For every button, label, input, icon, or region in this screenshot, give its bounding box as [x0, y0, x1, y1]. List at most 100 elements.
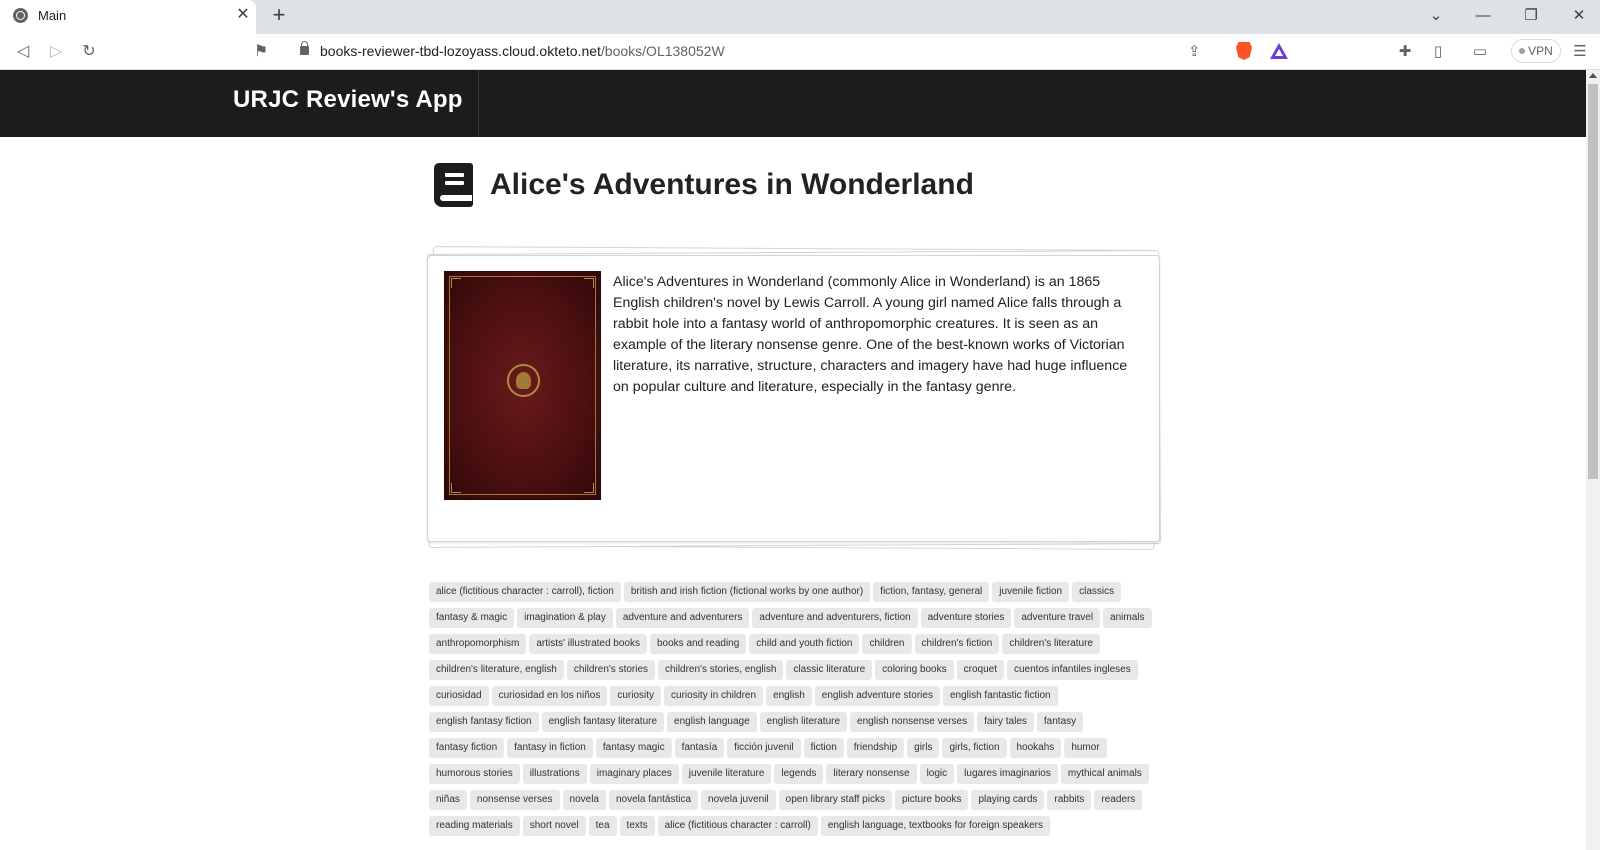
subject-tag[interactable]: english language [667, 712, 757, 732]
subject-tag[interactable]: english literature [759, 712, 848, 732]
tab-search-icon[interactable]: ⌄ [1421, 4, 1451, 28]
subject-tag[interactable]: croquet [956, 660, 1004, 680]
subject-tag[interactable]: adventure stories [920, 608, 1012, 628]
subject-tag[interactable]: fantasy [1036, 712, 1084, 732]
subject-tag[interactable]: humorous stories [429, 764, 520, 784]
subject-tag[interactable]: english language, textbooks for foreign … [820, 816, 1050, 836]
subject-tag[interactable]: classic literature [786, 660, 873, 680]
brave-rewards-icon[interactable] [1270, 43, 1288, 59]
address-bar[interactable]: books-reviewer-tbd-lozoyass.cloud.okteto… [284, 36, 1298, 66]
subject-tag[interactable]: lugares imaginarios [957, 764, 1058, 784]
subject-tag[interactable]: curiosity [610, 686, 662, 706]
subject-tag[interactable]: fiction, fantasy, general [873, 582, 990, 602]
subject-tag[interactable]: logic [919, 764, 955, 784]
subject-tag[interactable]: alice (fictitious character : carroll) [657, 816, 818, 836]
subject-tag[interactable]: child and youth fiction [749, 634, 860, 654]
page-scrollbar[interactable] [1586, 70, 1600, 850]
subject-tag[interactable]: novela fantástica [608, 790, 699, 810]
subject-tag[interactable]: novela juvenil [701, 790, 776, 810]
subject-tag[interactable]: curiosidad en los niños [491, 686, 608, 706]
subject-tag[interactable]: english nonsense verses [850, 712, 975, 732]
subject-tag[interactable]: short novel [522, 816, 586, 836]
subject-tag[interactable]: friendship [846, 738, 905, 758]
subject-tag[interactable]: illustrations [522, 764, 587, 784]
subject-tag[interactable]: children's stories [566, 660, 656, 680]
subject-tag[interactable]: cuentos infantiles ingleses [1006, 660, 1138, 680]
subject-tag[interactable]: adventure and adventurers [615, 608, 750, 628]
subject-tag[interactable]: legends [774, 764, 824, 784]
subject-tag[interactable]: coloring books [875, 660, 954, 680]
subject-tag[interactable]: alice (fictitious character : carroll), … [429, 582, 621, 602]
subject-tag[interactable]: fairy tales [977, 712, 1034, 732]
wallet-icon[interactable]: ▭ [1468, 40, 1492, 64]
subject-tag[interactable]: british and irish fiction (fictional wor… [623, 582, 871, 602]
subject-tag[interactable]: fantasía [674, 738, 725, 758]
bookmark-icon[interactable]: ⚑ [249, 40, 273, 64]
subject-tag[interactable]: children [862, 634, 912, 654]
subject-tag[interactable]: english [766, 686, 812, 706]
close-window-button[interactable]: ✕ [1564, 4, 1594, 28]
url-text[interactable]: books-reviewer-tbd-lozoyass.cloud.okteto… [320, 43, 725, 59]
forward-button[interactable]: ▷ [44, 40, 68, 64]
subject-tag[interactable]: mythical animals [1060, 764, 1149, 784]
subject-tag[interactable]: children's stories, english [658, 660, 784, 680]
reload-button[interactable]: ↻ [77, 40, 101, 64]
scroll-thumb[interactable] [1588, 84, 1598, 479]
minimize-button[interactable]: — [1468, 4, 1498, 28]
subject-tag[interactable]: animals [1103, 608, 1152, 628]
extensions-icon[interactable]: ✚ [1393, 40, 1417, 64]
subject-tag[interactable]: novela [562, 790, 606, 810]
subject-tag[interactable]: english fantasy fiction [429, 712, 539, 732]
subject-tag[interactable]: children's literature [1002, 634, 1100, 654]
subject-tag[interactable]: fantasy fiction [429, 738, 505, 758]
brave-shields-icon[interactable] [1236, 42, 1252, 60]
vpn-button[interactable]: VPN [1511, 39, 1561, 63]
subject-tag[interactable]: niñas [429, 790, 467, 810]
subject-tag[interactable]: fantasy in fiction [507, 738, 593, 758]
subject-tag[interactable]: literary nonsense [826, 764, 917, 784]
subject-tag[interactable]: juvenile fiction [992, 582, 1070, 602]
subject-tag[interactable]: humor [1064, 738, 1107, 758]
subject-tag[interactable]: curiosity in children [664, 686, 764, 706]
subject-tag[interactable]: tea [588, 816, 617, 836]
new-tab-button[interactable]: + [266, 3, 292, 29]
subject-tag[interactable]: imaginary places [589, 764, 679, 784]
scroll-up-arrow-icon[interactable] [1589, 73, 1597, 78]
subject-tag[interactable]: children's literature, english [429, 660, 564, 680]
back-button[interactable]: ◁ [11, 40, 35, 64]
subject-tag[interactable]: english fantasy literature [541, 712, 665, 732]
subject-tag[interactable]: classics [1072, 582, 1122, 602]
app-brand[interactable]: URJC Review's App [233, 86, 463, 114]
subject-tag[interactable]: texts [619, 816, 655, 836]
subject-tag[interactable]: english fantastic fiction [942, 686, 1058, 706]
tab-close-button[interactable]: ✕ [232, 4, 254, 26]
subject-tag[interactable]: open library staff picks [778, 790, 892, 810]
subject-tag[interactable]: ficción juvenil [727, 738, 801, 758]
subject-tag[interactable]: playing cards [971, 790, 1045, 810]
browser-tab[interactable]: Main ✕ [0, 0, 256, 34]
subject-tag[interactable]: adventure travel [1014, 608, 1101, 628]
subject-tag[interactable]: fiction [803, 738, 844, 758]
subject-tag[interactable]: hookahs [1009, 738, 1062, 758]
restore-button[interactable]: ❐ [1516, 4, 1546, 28]
subject-tag[interactable]: english adventure stories [814, 686, 940, 706]
subject-tag[interactable]: imagination & play [517, 608, 613, 628]
subject-tag[interactable]: artists' illustrated books [529, 634, 647, 654]
share-icon[interactable]: ⇪ [1188, 42, 1201, 60]
subject-tag[interactable]: nonsense verses [469, 790, 560, 810]
sidebar-icon[interactable]: ▯ [1426, 40, 1450, 64]
menu-icon[interactable]: ☰ [1568, 40, 1592, 64]
subject-tag[interactable]: curiosidad [429, 686, 489, 706]
subject-tag[interactable]: readers [1094, 790, 1143, 810]
subject-tag[interactable]: juvenile literature [681, 764, 772, 784]
subject-tag[interactable]: fantasy magic [595, 738, 672, 758]
subject-tag[interactable]: girls, fiction [942, 738, 1007, 758]
subject-tag[interactable]: picture books [894, 790, 969, 810]
subject-tag[interactable]: rabbits [1047, 790, 1092, 810]
subject-tag[interactable]: children's fiction [914, 634, 1000, 654]
subject-tag[interactable]: adventure and adventurers, fiction [752, 608, 918, 628]
subject-tag[interactable]: girls [907, 738, 940, 758]
subject-tag[interactable]: books and reading [650, 634, 747, 654]
subject-tag[interactable]: anthropomorphism [429, 634, 527, 654]
subject-tag[interactable]: reading materials [429, 816, 520, 836]
